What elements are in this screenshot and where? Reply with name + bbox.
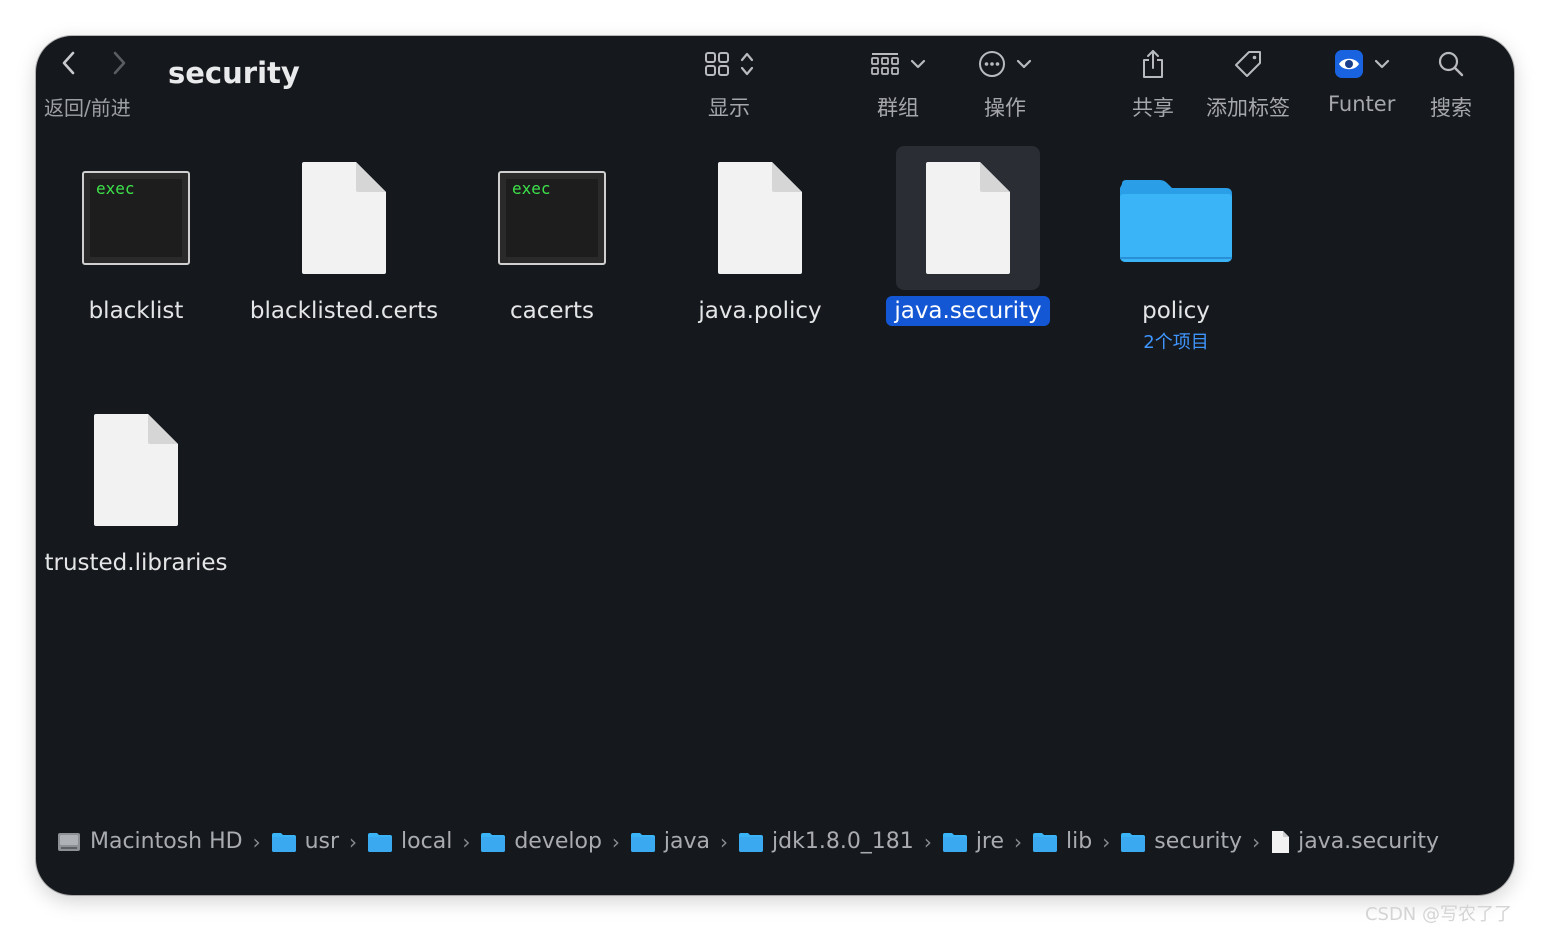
chevron-down-icon xyxy=(1374,59,1389,69)
folder-icon xyxy=(739,832,764,852)
share-icon xyxy=(1143,50,1163,78)
item-count: 2个项目 xyxy=(1143,332,1209,353)
add-tag-label: 添加标签 xyxy=(1206,96,1290,120)
file-item-blacklist[interactable]: exec blacklist xyxy=(36,146,241,326)
search-icon xyxy=(1438,51,1464,77)
path-bar: Macintosh HD › usr › local › develop › j… xyxy=(36,815,1514,895)
document-icon xyxy=(718,162,802,274)
exec-file-icon: exec xyxy=(82,171,190,265)
breadcrumb: Macintosh HD › usr › local › develop › j… xyxy=(56,829,1439,854)
chevron-down-icon xyxy=(1016,59,1032,69)
document-icon xyxy=(94,414,178,526)
more-circle-icon xyxy=(979,51,1005,77)
search-label: 搜索 xyxy=(1430,96,1472,120)
separator-chevron-icon: › xyxy=(349,829,358,854)
separator-chevron-icon: › xyxy=(1102,829,1111,854)
nav-label: 返回/前进 xyxy=(44,96,131,120)
folder-icon xyxy=(1120,180,1232,262)
window-title: security xyxy=(168,56,300,90)
file-item-policy-folder[interactable]: policy 2个项目 xyxy=(1071,146,1281,354)
display-label: 显示 xyxy=(708,96,750,120)
display-button[interactable]: 显示 xyxy=(704,46,754,122)
group-grid-icon xyxy=(871,53,899,75)
share-button[interactable]: 共享 xyxy=(1132,46,1174,122)
file-grid: exec blacklist blacklisted.certs exec ca… xyxy=(36,146,1514,815)
group-label: 群组 xyxy=(877,96,919,120)
separator-chevron-icon: › xyxy=(252,829,261,854)
separator-chevron-icon: › xyxy=(923,829,932,854)
grid-view-icon xyxy=(705,52,729,76)
separator-chevron-icon: › xyxy=(611,829,620,854)
exec-file-icon: exec xyxy=(498,171,606,265)
file-name: blacklisted.certs xyxy=(249,298,439,324)
group-button[interactable]: 群组 xyxy=(870,46,926,122)
hard-drive-icon xyxy=(58,832,80,851)
forward-button[interactable] xyxy=(104,48,134,78)
crumb-develop[interactable]: develop xyxy=(480,829,602,854)
action-label: 操作 xyxy=(984,96,1026,120)
document-icon xyxy=(302,162,386,274)
toolbar: 返回/前进 security 显示 群组 操作 共享 添加标签 Funter 搜… xyxy=(36,36,1514,146)
separator-chevron-icon: › xyxy=(462,829,471,854)
file-name: policy xyxy=(1142,298,1210,324)
file-item-trusted-libraries[interactable]: trusted.libraries xyxy=(36,398,241,578)
file-name: cacerts xyxy=(510,298,594,324)
chevron-right-icon xyxy=(113,51,126,75)
crumb-java[interactable]: java xyxy=(630,829,710,854)
add-tag-button[interactable]: 添加标签 xyxy=(1206,46,1290,122)
action-button[interactable]: 操作 xyxy=(978,46,1032,122)
chevron-down-icon xyxy=(910,59,926,69)
file-name: trusted.libraries xyxy=(44,550,228,576)
back-button[interactable] xyxy=(54,48,84,78)
crumb-usr[interactable]: usr xyxy=(271,829,339,854)
file-item-blacklisted-certs[interactable]: blacklisted.certs xyxy=(239,146,449,326)
separator-chevron-icon: › xyxy=(720,829,729,854)
folder-icon xyxy=(630,832,655,852)
file-item-java-security[interactable]: java.security xyxy=(863,146,1073,326)
crumb-lib[interactable]: lib xyxy=(1032,829,1092,854)
folder-icon xyxy=(942,832,967,852)
folder-icon xyxy=(1121,832,1146,852)
crumb-jre[interactable]: jre xyxy=(942,829,1004,854)
funter-label: Funter xyxy=(1328,92,1396,116)
eye-icon xyxy=(1334,50,1363,78)
file-item-cacerts[interactable]: exec cacerts xyxy=(447,146,657,326)
separator-chevron-icon: › xyxy=(1014,829,1023,854)
finder-window: 返回/前进 security 显示 群组 操作 共享 添加标签 Funter 搜… xyxy=(36,36,1514,895)
tag-icon xyxy=(1235,51,1261,77)
document-icon xyxy=(926,162,1010,274)
file-name: blacklist xyxy=(88,298,184,324)
file-name: java.policy xyxy=(698,298,822,324)
folder-icon xyxy=(481,832,506,852)
search-button[interactable]: 搜索 xyxy=(1430,46,1472,122)
folder-icon xyxy=(271,832,296,852)
chevron-updown-icon xyxy=(740,52,754,76)
folder-icon xyxy=(1033,832,1058,852)
crumb-local[interactable]: local xyxy=(367,829,452,854)
crumb-java-security[interactable]: java.security xyxy=(1270,829,1439,854)
crumb-jdk[interactable]: jdk1.8.0_181 xyxy=(738,829,914,854)
chevron-left-icon xyxy=(62,51,75,75)
funter-button[interactable]: Funter xyxy=(1328,46,1395,116)
file-item-java-policy[interactable]: java.policy xyxy=(655,146,865,326)
document-icon xyxy=(1272,830,1290,853)
share-label: 共享 xyxy=(1132,96,1174,120)
crumb-macintosh-hd[interactable]: Macintosh HD xyxy=(56,829,243,854)
watermark: CSDN @写农了了 xyxy=(1364,904,1512,925)
file-name: java.security xyxy=(886,296,1050,326)
separator-chevron-icon: › xyxy=(1252,829,1261,854)
crumb-security[interactable]: security xyxy=(1120,829,1242,854)
folder-icon xyxy=(368,832,393,852)
